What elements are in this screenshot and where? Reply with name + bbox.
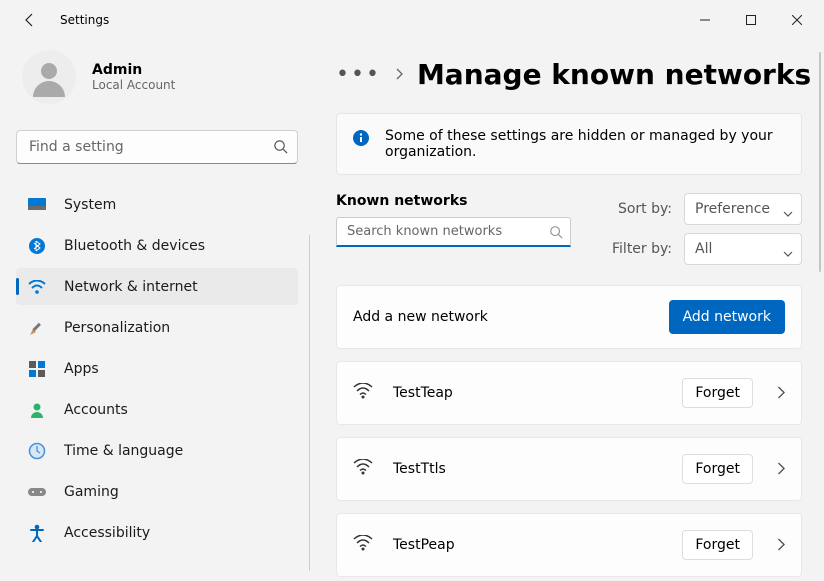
chevron-right-icon <box>395 65 403 84</box>
profile-subtitle: Local Account <box>92 78 175 92</box>
sort-label: Sort by: <box>618 201 672 217</box>
wifi-icon <box>28 278 46 296</box>
network-name: TestTtls <box>393 461 446 477</box>
network-row[interactable]: TestPeap Forget <box>336 513 802 577</box>
search-icon <box>549 224 563 243</box>
sidebar-item-label: Apps <box>64 361 99 377</box>
add-network-button[interactable]: Add network <box>669 300 785 334</box>
filter-label: Filter by: <box>612 241 672 257</box>
sidebar-item-label: Network & internet <box>64 279 198 295</box>
sidebar-item-system[interactable]: System <box>16 186 298 223</box>
person-icon <box>28 401 46 419</box>
sidebar-item-time-language[interactable]: Time & language <box>16 432 298 469</box>
window-title: Settings <box>60 13 109 27</box>
filter-select[interactable]: All <box>684 233 802 265</box>
network-name: TestTeap <box>393 385 453 401</box>
chevron-right-icon[interactable] <box>777 536 785 555</box>
sidebar-item-gaming[interactable]: Gaming <box>16 473 298 510</box>
network-name: TestPeap <box>393 537 455 553</box>
system-icon <box>28 196 46 214</box>
scrollbar[interactable] <box>819 52 821 272</box>
chevron-right-icon[interactable] <box>777 384 785 403</box>
info-text: Some of these settings are hidden or man… <box>385 128 785 160</box>
sidebar-item-label: Personalization <box>64 320 170 336</box>
profile-name: Admin <box>92 62 175 78</box>
forget-button[interactable]: Forget <box>682 530 753 560</box>
sidebar-item-apps[interactable]: Apps <box>16 350 298 387</box>
network-row[interactable]: TestTtls Forget <box>336 437 802 501</box>
nav-list: System Bluetooth & devices Network & int… <box>16 186 298 551</box>
brush-icon <box>28 319 46 337</box>
profile-block[interactable]: Admin Local Account <box>16 50 298 104</box>
gamepad-icon <box>28 483 46 501</box>
sidebar-item-label: Time & language <box>64 443 183 459</box>
chevron-right-icon[interactable] <box>777 460 785 479</box>
sidebar-item-accounts[interactable]: Accounts <box>16 391 298 428</box>
known-networks-label: Known networks <box>336 193 571 209</box>
sidebar-item-label: Gaming <box>64 484 119 500</box>
main-content: ••• Manage known networks Some of these … <box>310 40 824 581</box>
network-row[interactable]: TestTeap Forget <box>336 361 802 425</box>
breadcrumb: ••• Manage known networks <box>336 58 816 91</box>
avatar <box>22 50 76 104</box>
sidebar-item-label: Accounts <box>64 402 128 418</box>
info-icon <box>353 130 369 146</box>
add-network-card: Add a new network Add network <box>336 285 802 349</box>
sidebar-item-network[interactable]: Network & internet <box>16 268 298 305</box>
settings-search-input[interactable] <box>16 130 298 164</box>
network-search-input[interactable] <box>336 217 571 247</box>
page-title: Manage known networks <box>417 58 811 91</box>
add-network-label: Add a new network <box>353 309 488 325</box>
titlebar: Settings <box>0 0 824 40</box>
search-icon <box>273 139 288 158</box>
sidebar-item-bluetooth[interactable]: Bluetooth & devices <box>16 227 298 264</box>
back-button[interactable] <box>20 10 40 30</box>
sidebar-item-accessibility[interactable]: Accessibility <box>16 514 298 551</box>
sidebar-item-label: Accessibility <box>64 525 150 541</box>
close-button[interactable] <box>774 4 820 36</box>
bluetooth-icon <box>28 237 46 255</box>
wifi-icon <box>353 383 373 403</box>
forget-button[interactable]: Forget <box>682 454 753 484</box>
sidebar-item-label: Bluetooth & devices <box>64 238 205 254</box>
wifi-icon <box>353 459 373 479</box>
wifi-icon <box>353 535 373 555</box>
forget-button[interactable]: Forget <box>682 378 753 408</box>
apps-icon <box>28 360 46 378</box>
breadcrumb-more-button[interactable]: ••• <box>336 62 381 87</box>
clock-globe-icon <box>28 442 46 460</box>
sort-select[interactable]: Preference <box>684 193 802 225</box>
info-banner: Some of these settings are hidden or man… <box>336 113 802 175</box>
chevron-down-icon <box>783 245 793 261</box>
sidebar-item-label: System <box>64 197 116 213</box>
chevron-down-icon <box>783 205 793 221</box>
sidebar-item-personalization[interactable]: Personalization <box>16 309 298 346</box>
maximize-button[interactable] <box>728 4 774 36</box>
accessibility-icon <box>28 524 46 542</box>
minimize-button[interactable] <box>682 4 728 36</box>
sidebar: Admin Local Account System Bluetooth & d… <box>0 40 310 581</box>
